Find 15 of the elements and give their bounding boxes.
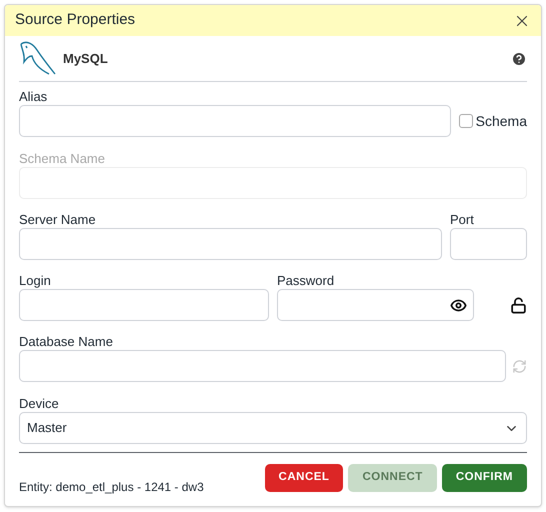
- action-button[interactable]: CANCEL: [264, 464, 344, 492]
- field-label: Server Name: [19, 212, 97, 227]
- entity-text: Entity: demo_etl_plus - 1241 - dw3: [19, 479, 204, 496]
- field-label: Alias: [19, 89, 48, 104]
- source-name: MySQL: [63, 50, 108, 68]
- device-select[interactable]: Master: [19, 412, 527, 444]
- field-label: Schema Name: [19, 151, 106, 166]
- field-label: Password: [277, 273, 336, 288]
- field-label: Database Name: [19, 334, 114, 349]
- field-label: Login: [19, 273, 52, 288]
- field-label: Device: [19, 396, 60, 411]
- action-button[interactable]: CONFIRM: [442, 464, 527, 492]
- dialog-title: Source Properties: [15, 10, 136, 30]
- field-label: Port: [450, 212, 475, 227]
- checkbox-label: Schema: [476, 112, 527, 130]
